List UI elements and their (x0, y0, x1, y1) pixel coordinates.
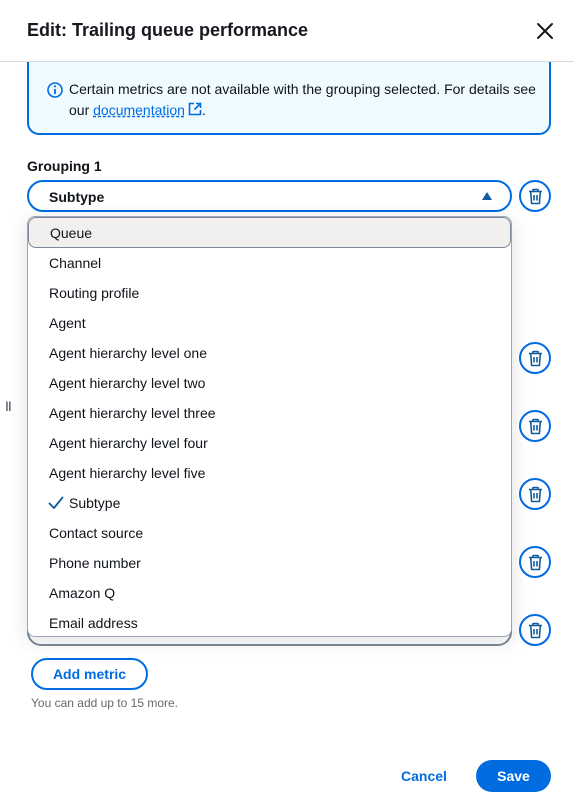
option-label: Routing profile (49, 285, 140, 301)
option-routing-profile[interactable]: Routing profile (28, 278, 511, 308)
option-phone-number[interactable]: Phone number (28, 548, 511, 578)
modal-title: Edit: Trailing queue performance (27, 20, 309, 40)
option-label: Subtype (69, 495, 121, 511)
option-agent-hierarchy-level-one[interactable]: Agent hierarchy level one (28, 338, 511, 368)
close-icon (537, 23, 553, 39)
info-text: Certain metrics are not available with t… (69, 79, 539, 121)
option-label: Agent (49, 315, 86, 331)
trash-icon (529, 418, 542, 435)
grouping-select-value: Subtype (49, 189, 105, 205)
info-icon (47, 82, 63, 98)
option-label: Email address (49, 615, 138, 631)
option-label: Contact source (49, 525, 144, 541)
delete-metric-button[interactable] (519, 614, 551, 646)
option-label: Agent hierarchy level one (49, 345, 207, 361)
documentation-link-label: documentation (93, 102, 185, 118)
check-icon (48, 496, 64, 509)
option-agent-hierarchy-level-four[interactable]: Agent hierarchy level four (28, 428, 511, 458)
option-label: Agent hierarchy level four (49, 435, 208, 451)
cancel-button[interactable]: Cancel (392, 760, 456, 792)
trash-icon (529, 188, 542, 205)
option-email-address[interactable]: Email address (28, 608, 511, 636)
external-link-icon (188, 102, 202, 116)
trash-icon (529, 554, 542, 571)
grouping-select[interactable]: Subtype (27, 180, 512, 212)
option-label: Agent hierarchy level two (49, 375, 206, 391)
add-metric-hint: You can add up to 15 more. (31, 696, 178, 710)
option-amazon-q[interactable]: Amazon Q (28, 578, 511, 608)
grouping-dropdown-list: Queue Channel Routing profile Agent Agen… (27, 216, 512, 637)
documentation-link[interactable]: documentation (93, 102, 202, 118)
delete-metric-button[interactable] (519, 478, 551, 510)
caret-up-icon (482, 192, 492, 200)
delete-metric-button[interactable] (519, 342, 551, 374)
option-label: Agent hierarchy level three (49, 405, 216, 421)
save-button[interactable]: Save (476, 760, 551, 792)
info-text-after: . (201, 102, 206, 118)
option-label: Phone number (49, 555, 141, 571)
delete-grouping-button[interactable] (519, 180, 551, 212)
option-queue[interactable]: Queue (28, 217, 511, 248)
trash-icon (529, 486, 542, 503)
option-agent-hierarchy-level-two[interactable]: Agent hierarchy level two (28, 368, 511, 398)
option-label: Channel (49, 255, 102, 271)
option-label: Amazon Q (49, 585, 116, 601)
option-agent-hierarchy-level-three[interactable]: Agent hierarchy level three (28, 398, 511, 428)
trash-icon (529, 622, 542, 639)
close-button[interactable] (533, 19, 557, 43)
option-contact-source[interactable]: Contact source (28, 518, 511, 548)
option-label: Queue (50, 225, 93, 241)
option-agent-hierarchy-level-five[interactable]: Agent hierarchy level five (28, 458, 511, 488)
option-channel[interactable]: Channel (28, 248, 511, 278)
option-label: Agent hierarchy level five (49, 465, 206, 481)
grouping-label: Grouping 1 (27, 158, 102, 174)
info-alert: Certain metrics are not available with t… (27, 62, 551, 135)
add-metric-button[interactable]: Add metric (31, 658, 148, 690)
modal-header: Edit: Trailing queue performance (0, 0, 574, 62)
trash-icon (529, 350, 542, 367)
option-agent[interactable]: Agent (28, 308, 511, 338)
option-subtype[interactable]: Subtype (28, 488, 511, 518)
delete-metric-button[interactable] (519, 410, 551, 442)
delete-metric-button[interactable] (519, 546, 551, 578)
drag-handle[interactable]: II (5, 398, 12, 414)
